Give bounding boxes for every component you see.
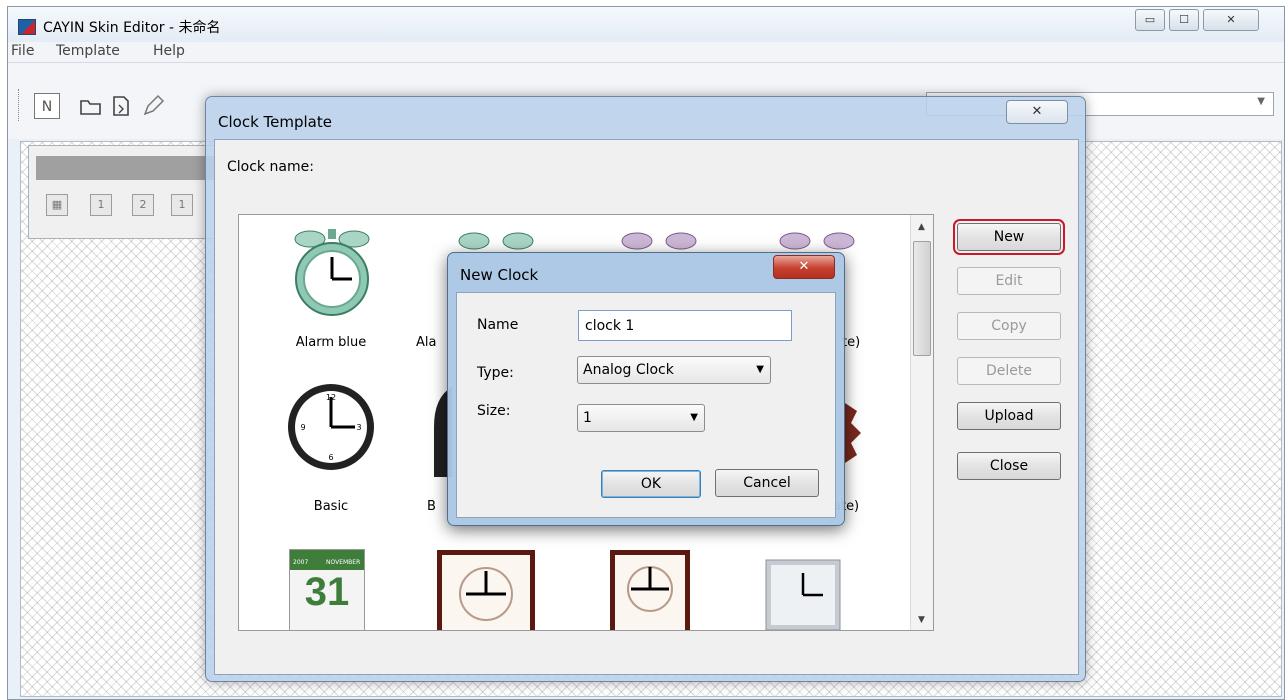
- maximize-button[interactable]: ☐: [1169, 9, 1199, 31]
- svg-text:3: 3: [356, 423, 361, 432]
- clock-caption: Alarm blue: [295, 335, 367, 350]
- pencil-icon[interactable]: [140, 93, 166, 119]
- layer-stack-icon[interactable]: 1: [171, 194, 193, 216]
- list-item[interactable]: 2007 NOVEMBER 31: [251, 535, 411, 630]
- menu-help[interactable]: Help: [153, 43, 185, 59]
- list-item[interactable]: 12369 Basic: [251, 377, 411, 517]
- minimize-button[interactable]: ▭: [1135, 9, 1165, 31]
- layer-panel: ▦ 1 2 1: [28, 145, 218, 239]
- new-button[interactable]: New: [953, 219, 1065, 255]
- delete-button[interactable]: Delete: [957, 357, 1061, 385]
- size-value: 1: [583, 410, 592, 426]
- layer-1-icon[interactable]: 1: [90, 194, 112, 216]
- scroll-up-icon[interactable]: ▲: [911, 217, 932, 237]
- alarm-clock-blue-icon: [294, 229, 370, 316]
- layer-panel-header: [36, 156, 218, 180]
- list-item[interactable]: [591, 535, 751, 630]
- copy-button[interactable]: Copy: [957, 312, 1061, 340]
- toolbar-grip: [18, 89, 20, 121]
- name-input[interactable]: [578, 310, 792, 341]
- calendar-year: 2007: [293, 559, 309, 566]
- type-value: Analog Clock: [583, 362, 674, 378]
- svg-text:6: 6: [328, 453, 333, 462]
- open-folder-icon[interactable]: [78, 93, 104, 119]
- basic-wall-clock-icon: 12369: [288, 384, 374, 470]
- silver-clock-icon: [765, 559, 841, 630]
- window-close-button[interactable]: ✕: [1203, 9, 1259, 31]
- chevron-down-icon: ▼: [1257, 96, 1265, 107]
- app-icon: [18, 19, 36, 35]
- clock-caption: te): [842, 335, 861, 350]
- scroll-thumb[interactable]: [913, 241, 931, 356]
- layer-2-icon[interactable]: 2: [132, 194, 154, 216]
- type-label: Type:: [477, 365, 514, 381]
- red-clock-icon: [845, 403, 861, 463]
- svg-text:9: 9: [300, 423, 305, 432]
- scroll-down-icon[interactable]: ▼: [911, 610, 932, 630]
- size-label: Size:: [477, 403, 511, 419]
- menu-bar: File Template Help: [8, 42, 1284, 63]
- window-title: CAYIN Skin Editor - 未命名: [43, 20, 221, 36]
- menu-template[interactable]: Template: [56, 43, 120, 59]
- framed-clock-brown-icon: [437, 550, 535, 630]
- title-bar: CAYIN Skin Editor - 未命名 ▭ ☐ ✕: [8, 7, 1284, 42]
- dialog-close-button[interactable]: ✕: [773, 255, 835, 279]
- new-file-icon[interactable]: N: [34, 93, 60, 119]
- chevron-down-icon: ▼: [690, 412, 698, 423]
- close-button[interactable]: Close: [957, 452, 1061, 480]
- image-layer-icon[interactable]: ▦: [46, 194, 68, 216]
- name-label: Name: [477, 317, 519, 333]
- list-scrollbar[interactable]: ▲ ▼: [910, 215, 933, 630]
- dialog-body: Name Type: Analog Clock ▼ Size: 1 ▼ OK C…: [456, 292, 836, 518]
- dialog-close-button[interactable]: ✕: [1006, 100, 1068, 124]
- calendar-clock-icon: 2007 NOVEMBER 31: [289, 549, 365, 630]
- clock-caption: B: [427, 499, 436, 514]
- clock-caption: Basic: [313, 499, 349, 514]
- calendar-month: NOVEMBER: [326, 559, 361, 566]
- clock-name-label: Clock name:: [227, 159, 314, 175]
- dialog-title: Clock Template: [218, 113, 332, 131]
- new-clock-dialog: New Clock ✕ Name Type: Analog Clock ▼ Si…: [447, 252, 845, 526]
- list-item[interactable]: [749, 535, 909, 630]
- menu-file[interactable]: File: [11, 43, 34, 59]
- upload-button[interactable]: Upload: [957, 402, 1061, 430]
- framed-clock-brown-2-icon: [610, 550, 690, 630]
- size-select[interactable]: 1 ▼: [577, 404, 705, 432]
- list-item[interactable]: Alarm blue: [251, 223, 411, 363]
- type-select[interactable]: Analog Clock ▼: [577, 356, 771, 384]
- dialog-title: New Clock: [460, 266, 539, 284]
- cancel-button[interactable]: Cancel: [715, 469, 819, 497]
- list-item[interactable]: [424, 535, 584, 630]
- calendar-day: 31: [304, 570, 350, 614]
- ok-button[interactable]: OK: [601, 470, 701, 498]
- save-icon[interactable]: [108, 93, 134, 119]
- chevron-down-icon: ▼: [756, 364, 764, 375]
- edit-button[interactable]: Edit: [957, 267, 1061, 295]
